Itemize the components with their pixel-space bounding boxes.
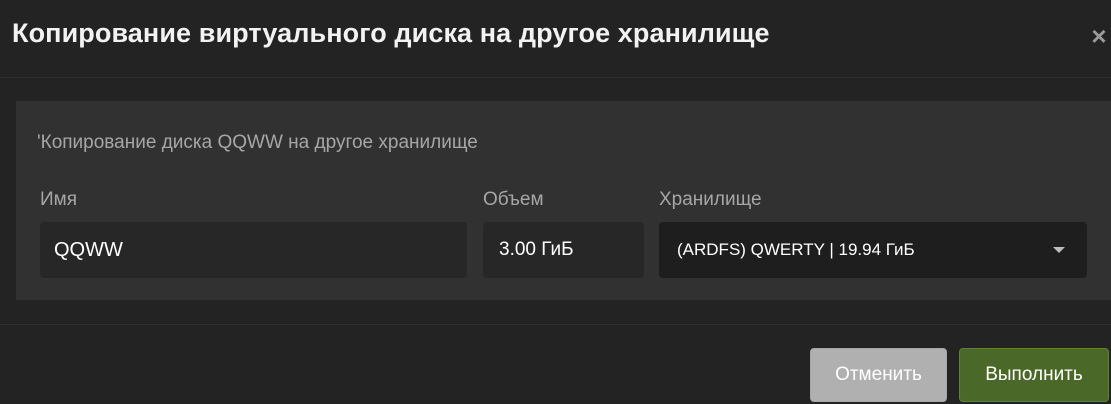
size-field: 3.00 ГиБ — [483, 222, 644, 278]
copy-disk-dialog: Копирование виртуального диска на другое… — [0, 0, 1111, 404]
name-field-value: QQWW — [54, 239, 123, 261]
chevron-down-icon — [1053, 247, 1065, 253]
close-icon[interactable]: × — [1087, 20, 1111, 52]
dialog-title: Копирование виртуального диска на другое… — [12, 18, 770, 48]
storage-select[interactable]: (ARDFS) QWERTY | 19.94 ГиБ — [659, 222, 1087, 278]
name-field[interactable]: QQWW — [40, 222, 467, 278]
size-field-value: 3.00 ГиБ — [499, 239, 574, 260]
storage-label: Хранилище — [659, 189, 762, 210]
dialog-body: 'Копирование диска QQWW на другое хранил… — [16, 101, 1111, 300]
cancel-button[interactable]: Отменить — [810, 348, 947, 402]
dialog-header: Копирование виртуального диска на другое… — [0, 0, 1111, 78]
name-label: Имя — [40, 189, 78, 210]
dialog-subtitle: 'Копирование диска QQWW на другое хранил… — [37, 132, 478, 153]
size-label: Объем — [483, 189, 544, 210]
footer-divider — [0, 324, 1111, 325]
submit-button[interactable]: Выполнить — [959, 348, 1109, 402]
storage-select-value: (ARDFS) QWERTY | 19.94 ГиБ — [677, 240, 915, 259]
